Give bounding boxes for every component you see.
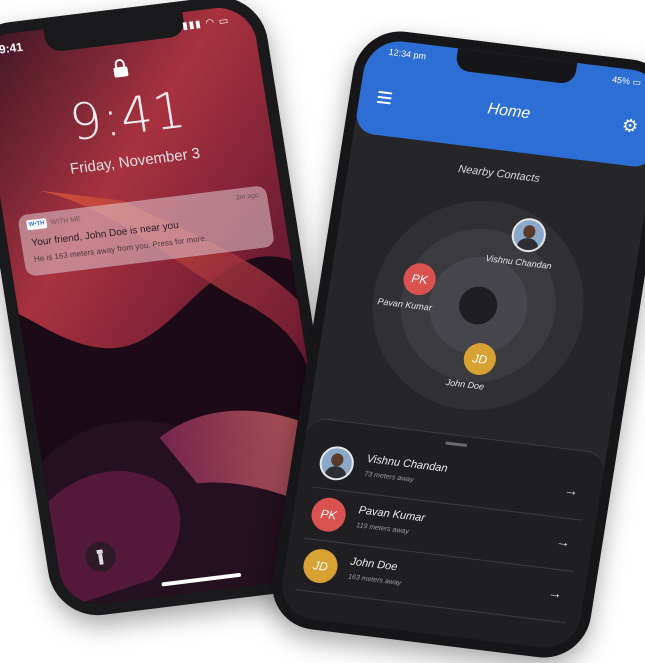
contact-name: Pavan Kumar	[357, 504, 426, 525]
contacts-sheet: Vishnu Chandan 73 meters away → PK Pavan…	[277, 416, 607, 652]
arrow-right-icon[interactable]: →	[547, 584, 563, 602]
app-screen: 12:34 pm 45% ▭ Home ⚙ Nearby Contacts Vi…	[277, 37, 645, 652]
app-logo-icon: W•TH	[26, 218, 48, 231]
sheet-handle[interactable]	[445, 441, 468, 448]
avatar: PK	[309, 495, 349, 534]
arrow-right-icon[interactable]: →	[563, 481, 579, 499]
gear-icon[interactable]: ⚙	[620, 115, 640, 138]
notification-app-name: WITH ME	[50, 215, 82, 226]
notification-time: 3m ago	[235, 191, 260, 202]
notch	[454, 48, 578, 85]
status-time: 9:41	[0, 39, 24, 57]
contact-distance: 73 meters away	[363, 470, 415, 484]
contact-name: John Doe	[349, 555, 399, 574]
battery-status: 45% ▭	[611, 74, 642, 88]
contact-distance: 119 meters away	[355, 522, 410, 536]
flashlight-button[interactable]	[83, 540, 118, 574]
flashlight-icon	[96, 549, 104, 565]
status-time: 12:34 pm	[387, 46, 427, 62]
app-phone: 12:34 pm 45% ▭ Home ⚙ Nearby Contacts Vi…	[265, 26, 645, 663]
contact-distance: 163 meters away	[347, 573, 402, 587]
avatar: JD	[300, 547, 341, 585]
avatar	[317, 444, 357, 483]
app-header: 12:34 pm 45% ▭ Home ⚙	[353, 37, 645, 169]
page-title: Home	[486, 100, 532, 123]
arrow-right-icon[interactable]: →	[555, 533, 571, 551]
